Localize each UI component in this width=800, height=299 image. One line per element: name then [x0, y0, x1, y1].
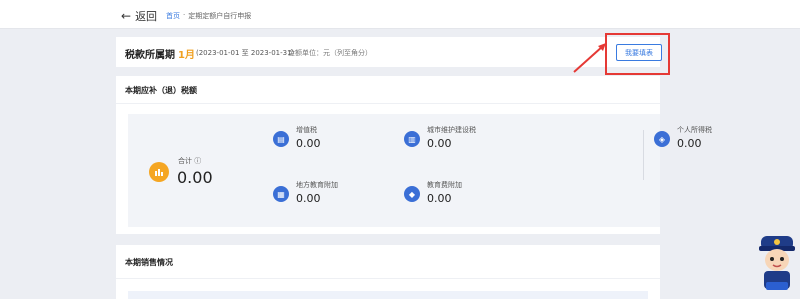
arrow-left-icon: ← [121, 9, 132, 23]
divider [116, 103, 660, 104]
annotation-arrow [573, 43, 606, 73]
tax-item-name: 个人所得税 [677, 126, 712, 134]
breadcrumb-separator: · [183, 11, 186, 19]
period-label: 税款所属期 [125, 50, 175, 61]
sales-section-title: 本期销售情况 [125, 258, 173, 267]
invoice-icon: ▤ [273, 131, 289, 147]
tax-item-name: 教育费附加 [427, 181, 462, 189]
graduation-cap-icon: ◆ [404, 186, 420, 202]
tax-item-name: 增值税 [296, 126, 317, 134]
tax-item-name: 地方教育附加 [296, 181, 338, 189]
breadcrumb-current: 定期定额户自行申报 [188, 12, 252, 20]
total-value: 0.00 [177, 168, 213, 187]
tax-item-value: 0.00 [427, 137, 452, 150]
tax-due-card: 本期应补（退）税额 合计 ⓘ 0.00 ▤ 增值税 0.00 ▥ 城市维护建设税… [116, 76, 712, 234]
sales-card: 本期销售情况 [116, 245, 660, 299]
assistant-mascot-icon[interactable] [757, 232, 797, 292]
shield-icon: ◈ [654, 131, 670, 147]
tax-section-title: 本期应补（退）税额 [125, 86, 197, 95]
top-bar: ← 返回 首页 · 定期定额户自行申报 [0, 0, 800, 29]
amount-unit: 金额单位：元（列至角分） [288, 49, 372, 57]
annotation-highlight-box [605, 33, 670, 75]
breadcrumb: 首页 · 定期定额户自行申报 [166, 11, 251, 21]
tax-item-name: 城市维护建设税 [427, 126, 476, 134]
divider-vertical [643, 130, 644, 180]
total-label: 合计 ⓘ [178, 157, 202, 165]
period-range: (2023-01-01 至 2023-01-31) [196, 49, 295, 57]
divider [116, 278, 660, 279]
back-button[interactable]: ← 返回 [121, 8, 157, 24]
building-icon: ▥ [404, 131, 420, 147]
back-label: 返回 [135, 10, 158, 23]
tax-item-value: 0.00 [427, 192, 452, 205]
total-panel: 合计 ⓘ 0.00 [128, 114, 269, 227]
tax-item-value: 0.00 [296, 137, 321, 150]
breadcrumb-home[interactable]: 首页 [166, 11, 180, 21]
period-month[interactable]: 1月 [178, 46, 195, 61]
sales-subsection-bar [128, 291, 648, 299]
tax-items-panel: ▤ 增值税 0.00 ▥ 城市维护建设税 0.00 ◈ 个人所得税 0.00 ▦… [261, 114, 712, 227]
tax-item-value: 0.00 [296, 192, 321, 205]
bar-chart-icon [149, 162, 169, 182]
tax-item-value: 0.00 [677, 137, 702, 150]
document-icon: ▦ [273, 186, 289, 202]
